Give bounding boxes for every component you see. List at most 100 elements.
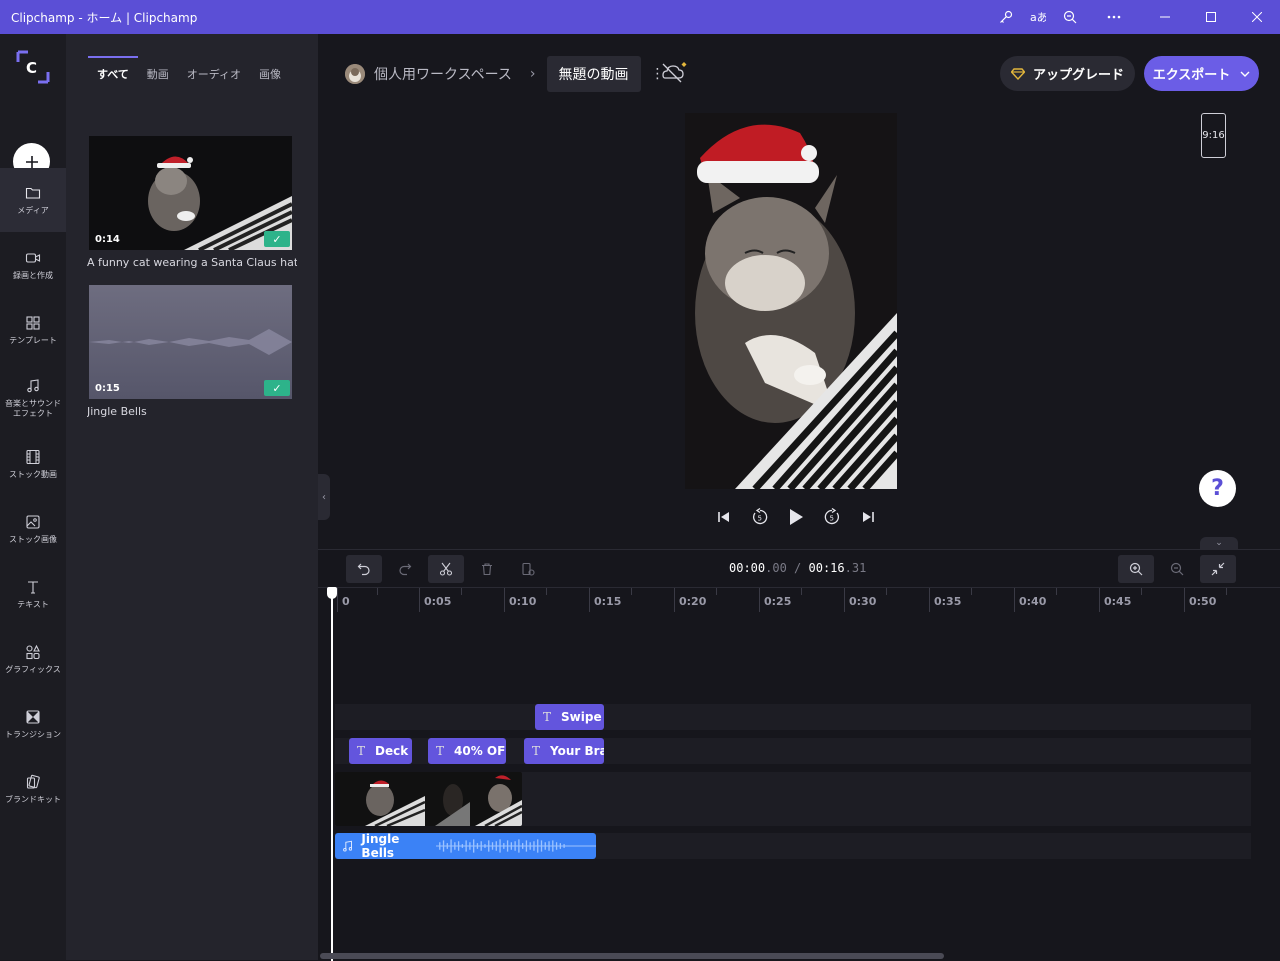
- zoom-out-icon[interactable]: [1159, 555, 1195, 583]
- nav-item-record[interactable]: 録画と作成: [0, 233, 66, 297]
- diamond-icon: [1010, 67, 1025, 80]
- playback-controls: 5 5: [706, 503, 886, 531]
- more-icon[interactable]: [1086, 0, 1142, 34]
- forward-5-icon[interactable]: 5: [814, 503, 850, 531]
- skip-back-icon[interactable]: [706, 503, 742, 531]
- aspect-ratio-button[interactable]: 9:16: [1201, 113, 1226, 158]
- ruler-label: 0:20: [679, 595, 707, 608]
- nav-item-stock-video[interactable]: ストック動画: [0, 432, 66, 496]
- ruler-tick: 0:25: [759, 588, 791, 612]
- text-clip[interactable]: T Deck tl: [349, 738, 412, 764]
- svg-text:5: 5: [758, 515, 762, 523]
- maximize-button[interactable]: [1188, 0, 1234, 34]
- ruler-tick: 0:30: [844, 588, 876, 612]
- ruler-label: 0:40: [1019, 595, 1047, 608]
- zoom-in-icon[interactable]: [1118, 555, 1154, 583]
- ruler-tick: 0:40: [1014, 588, 1046, 612]
- add-to-timeline-icon[interactable]: [510, 555, 546, 583]
- nav-item-media[interactable]: メディア: [0, 168, 66, 232]
- media-duration: 0:14: [95, 234, 120, 245]
- export-button[interactable]: エクスポート: [1144, 56, 1259, 91]
- upgrade-button[interactable]: アップグレード: [1000, 56, 1135, 91]
- ruler-label: 0:35: [934, 595, 962, 608]
- skip-forward-icon[interactable]: [850, 503, 886, 531]
- close-button[interactable]: [1234, 0, 1280, 34]
- audio-clip-label: Jingle Bells: [361, 833, 400, 859]
- key-icon[interactable]: [990, 0, 1022, 34]
- shapes-icon: [26, 644, 40, 659]
- zoom-icon[interactable]: [1054, 0, 1086, 34]
- nav-label: テキスト: [17, 599, 49, 609]
- help-button[interactable]: ?: [1199, 470, 1236, 507]
- timeline-ruler[interactable]: 0 0:05 0:10 0:15 0:20 0:25 0:30 0:35 0:4…: [318, 587, 1280, 612]
- timecode-readout: 00:00.00 / 00:16.31: [729, 561, 867, 575]
- nav-label: 録画と作成: [13, 270, 53, 280]
- text-icon: T: [543, 710, 552, 724]
- undo-icon[interactable]: [346, 555, 382, 583]
- translate-icon[interactable]: aあ: [1022, 0, 1054, 34]
- check-icon: ✓: [264, 231, 290, 247]
- nav-item-text[interactable]: テキスト: [0, 562, 66, 626]
- ruler-tick: 0:15: [589, 588, 621, 612]
- nav-item-brand-kit[interactable]: ブランドキット: [0, 757, 66, 821]
- cloud-off-icon[interactable]: [660, 60, 688, 84]
- audio-waveform-thumbnail: [89, 285, 292, 399]
- nav-label: ブランドキット: [5, 794, 61, 804]
- fit-to-screen-icon[interactable]: [1200, 555, 1236, 583]
- tab-video[interactable]: 動画: [138, 56, 178, 86]
- text-icon: T: [357, 744, 366, 758]
- ruler-tick: 0:05: [419, 588, 451, 612]
- tab-audio[interactable]: オーディオ: [178, 56, 250, 86]
- play-icon[interactable]: [778, 503, 814, 531]
- total-time-frac: .31: [844, 561, 867, 575]
- playhead[interactable]: [331, 587, 333, 961]
- rewind-5-icon[interactable]: 5: [742, 503, 778, 531]
- clipchamp-logo[interactable]: C: [16, 50, 50, 84]
- split-scissors-icon[interactable]: [428, 555, 464, 583]
- playhead-handle[interactable]: [327, 587, 337, 599]
- media-card-cat-video[interactable]: 0:14 ✓: [89, 136, 292, 250]
- nav-item-music[interactable]: 音楽とサウンド エフェクト: [0, 363, 66, 433]
- preview-frame: [685, 113, 897, 489]
- music-note-icon: [343, 840, 353, 852]
- timeline-scrollbar[interactable]: [320, 953, 944, 959]
- nav-item-transitions[interactable]: トランジション: [0, 692, 66, 756]
- text-icon: T: [436, 744, 445, 758]
- video-preview[interactable]: [685, 113, 897, 489]
- text-icon: T: [532, 744, 541, 758]
- film-icon: [26, 449, 40, 464]
- ruler-tick: 0:50: [1184, 588, 1216, 612]
- audio-clip[interactable]: Jingle Bells: [335, 833, 596, 859]
- breadcrumb: 個人用ワークスペース › 無題の動画 ⋮: [345, 55, 665, 92]
- collapse-timeline-button[interactable]: ⌄: [1200, 537, 1238, 549]
- text-clip[interactable]: T 40% OFF: [428, 738, 506, 764]
- nav-item-stock-images[interactable]: ストック画像: [0, 497, 66, 561]
- collapse-panel-button[interactable]: ‹: [318, 474, 330, 520]
- nav-label: 音楽とサウンド エフェクト: [5, 398, 61, 418]
- workspace-name[interactable]: 個人用ワークスペース: [374, 64, 512, 84]
- text-clip[interactable]: T Swipe u: [535, 704, 604, 730]
- chevron-down-icon: [1240, 71, 1250, 77]
- upgrade-label: アップグレード: [1032, 68, 1124, 83]
- nav-item-graphics[interactable]: グラフィックス: [0, 627, 66, 691]
- svg-text:C: C: [26, 59, 37, 77]
- text-clip[interactable]: T Your Bran: [524, 738, 604, 764]
- ruler-tick: 0:20: [674, 588, 706, 612]
- tab-all[interactable]: すべて: [88, 56, 138, 86]
- text-clip-label: 40% OFF: [454, 744, 506, 758]
- project-title[interactable]: 無題の動画: [546, 55, 641, 92]
- tab-images[interactable]: 画像: [250, 56, 290, 86]
- window-title: Clipchamp - ホーム | Clipchamp: [11, 10, 198, 25]
- svg-text:5: 5: [830, 515, 834, 523]
- redo-icon[interactable]: [387, 555, 423, 583]
- video-clip[interactable]: [335, 772, 522, 826]
- delete-icon[interactable]: [469, 555, 505, 583]
- current-time: 00:00: [729, 561, 766, 575]
- audio-waveform: [435, 839, 596, 853]
- minimize-button[interactable]: [1142, 0, 1188, 34]
- svg-text:aあ: aあ: [1030, 11, 1046, 24]
- ruler-label: 0:30: [849, 595, 877, 608]
- media-duration: 0:15: [95, 383, 120, 394]
- media-card-jingle-bells[interactable]: 0:15 ✓: [89, 285, 292, 399]
- nav-item-templates[interactable]: テンプレート: [0, 298, 66, 362]
